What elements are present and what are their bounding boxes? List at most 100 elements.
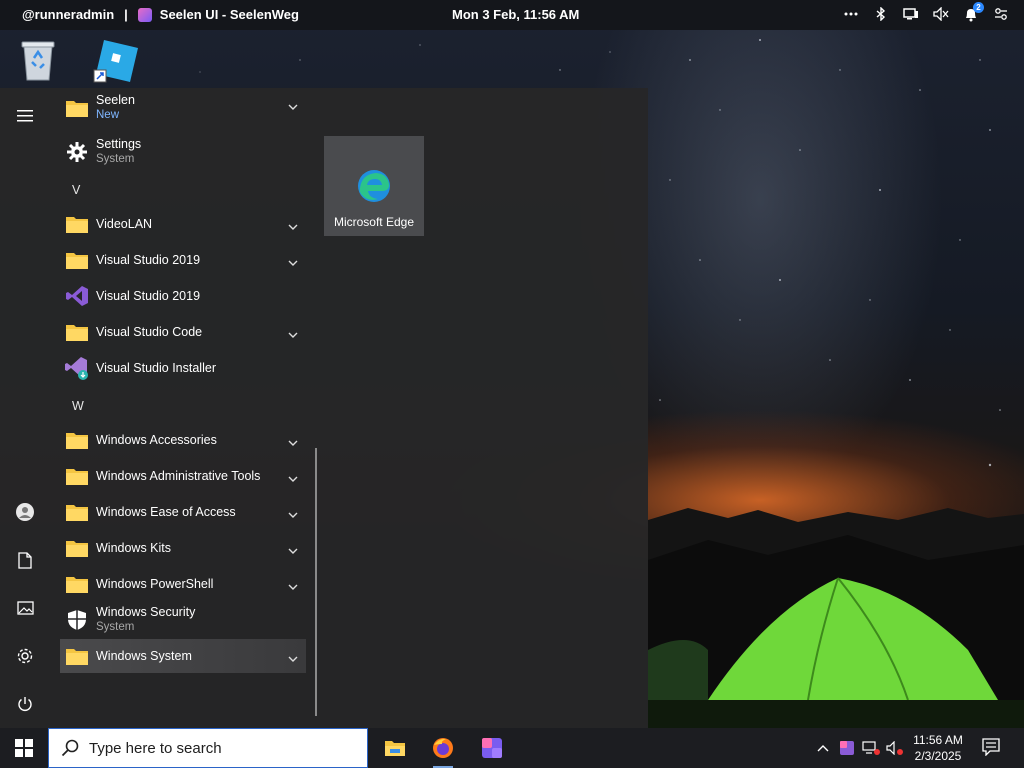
app-list: Seelen New Settings System V VideoLAN Vi… bbox=[60, 88, 306, 728]
wallpaper-mountains-tent bbox=[648, 508, 1024, 728]
app-label: Visual Studio 2019 bbox=[96, 252, 201, 267]
action-center-icon[interactable] bbox=[982, 738, 1000, 756]
chevron-down-icon[interactable] bbox=[288, 649, 298, 667]
app-list-scrollbar[interactable] bbox=[315, 448, 317, 716]
folder-icon bbox=[62, 98, 92, 118]
list-item[interactable]: Visual Studio 2019 bbox=[60, 279, 306, 313]
firefox-icon[interactable] bbox=[427, 732, 459, 768]
app-label: Seelen bbox=[96, 93, 135, 107]
letter-header-v[interactable]: V bbox=[72, 183, 80, 197]
chevron-down-icon[interactable] bbox=[288, 541, 298, 559]
volume-muted-icon[interactable] bbox=[886, 739, 904, 757]
folder-icon bbox=[62, 646, 92, 666]
notification-count-badge: 2 bbox=[973, 2, 984, 13]
list-item[interactable]: Visual Studio 2019 bbox=[60, 243, 306, 277]
list-item-selected[interactable]: Windows System bbox=[60, 639, 306, 673]
edge-tile[interactable]: Microsoft Edge bbox=[324, 136, 424, 236]
app-label: Windows Administrative Tools bbox=[96, 468, 261, 483]
chevron-down-icon[interactable] bbox=[288, 217, 298, 235]
folder-icon bbox=[62, 466, 92, 486]
display-icon[interactable] bbox=[902, 5, 920, 23]
chevron-down-icon[interactable] bbox=[288, 325, 298, 343]
search-input[interactable] bbox=[89, 739, 349, 757]
taskbar: 11:56 AM 2/3/2025 bbox=[0, 728, 1024, 768]
start-button[interactable] bbox=[0, 728, 48, 768]
shield-icon bbox=[62, 609, 92, 631]
taskbar-date: 2/3/2025 bbox=[914, 749, 962, 763]
chevron-down-icon[interactable] bbox=[288, 433, 298, 451]
list-item[interactable]: Visual Studio Code bbox=[60, 315, 306, 349]
app-label: Windows Accessories bbox=[96, 432, 217, 447]
documents-icon[interactable] bbox=[0, 540, 50, 580]
list-item[interactable]: Windows Ease of Access bbox=[60, 495, 306, 529]
folder-icon bbox=[62, 430, 92, 450]
app-label: Windows Ease of Access bbox=[96, 504, 236, 519]
top-bar-left: @runneradmin | Seelen UI - SeelenWeg bbox=[22, 7, 299, 22]
top-bar: @runneradmin | Seelen UI - SeelenWeg Mon… bbox=[0, 0, 1024, 30]
notifications-icon[interactable]: 2 bbox=[962, 2, 984, 23]
list-item[interactable]: Windows Administrative Tools bbox=[60, 459, 306, 493]
app-label: Windows System bbox=[96, 648, 192, 663]
list-item[interactable]: Windows Accessories bbox=[60, 423, 306, 457]
app-sublabel: System bbox=[96, 621, 135, 633]
folder-icon bbox=[62, 250, 92, 270]
list-item[interactable]: Seelen New bbox=[60, 90, 306, 126]
folder-icon bbox=[62, 574, 92, 594]
chevron-down-icon[interactable] bbox=[288, 469, 298, 487]
search-box[interactable] bbox=[48, 728, 368, 768]
seelen-ui-icon[interactable] bbox=[476, 732, 508, 764]
menu-icon[interactable] bbox=[0, 96, 50, 136]
folder-icon bbox=[62, 538, 92, 558]
start-rail bbox=[0, 88, 50, 728]
pictures-icon[interactable] bbox=[0, 588, 50, 628]
app-badge-new: New bbox=[96, 109, 120, 121]
list-item[interactable]: Windows Security System bbox=[60, 602, 306, 638]
user-icon[interactable] bbox=[0, 492, 50, 532]
active-window-title: Seelen UI - SeelenWeg bbox=[159, 7, 299, 22]
settings-sliders-icon[interactable] bbox=[992, 5, 1010, 23]
list-item[interactable]: Windows Kits bbox=[60, 531, 306, 565]
app-sublabel: System bbox=[96, 153, 135, 165]
start-menu: Seelen New Settings System V VideoLAN Vi… bbox=[0, 88, 648, 728]
app-label: Visual Studio 2019 bbox=[96, 288, 201, 303]
chevron-down-icon[interactable] bbox=[288, 97, 298, 115]
app-label: Windows PowerShell bbox=[96, 576, 214, 591]
seelen-app-icon bbox=[137, 7, 152, 22]
taskbar-clock[interactable]: 11:56 AM 2/3/2025 bbox=[906, 732, 970, 764]
letter-header-w[interactable]: W bbox=[72, 399, 84, 413]
chevron-down-icon[interactable] bbox=[288, 577, 298, 595]
top-bar-clock[interactable]: Mon 3 Feb, 11:56 AM bbox=[452, 7, 579, 22]
app-label: Visual Studio Installer bbox=[96, 360, 216, 375]
show-hidden-icons-chevron-up-icon[interactable] bbox=[814, 739, 832, 757]
roblox-shortcut-icon[interactable] bbox=[92, 36, 140, 84]
windows-logo-icon bbox=[15, 739, 33, 757]
list-item[interactable]: Windows PowerShell bbox=[60, 567, 306, 601]
chevron-down-icon[interactable] bbox=[288, 505, 298, 523]
settings-icon[interactable] bbox=[0, 636, 50, 676]
visual-studio-icon bbox=[62, 284, 92, 308]
network-icon[interactable] bbox=[862, 739, 880, 757]
folder-icon bbox=[62, 214, 92, 234]
list-item[interactable]: VideoLAN bbox=[60, 207, 306, 241]
gear-icon bbox=[62, 141, 92, 163]
bluetooth-icon[interactable] bbox=[872, 5, 890, 23]
list-item[interactable]: Visual Studio Installer bbox=[60, 351, 306, 385]
visual-studio-installer-icon bbox=[62, 355, 92, 381]
taskbar-time: 11:56 AM bbox=[913, 733, 963, 747]
edge-icon bbox=[356, 168, 392, 209]
volume-muted-icon[interactable] bbox=[932, 5, 950, 23]
recycle-bin-icon[interactable] bbox=[14, 36, 62, 84]
app-label: Settings bbox=[96, 137, 142, 151]
folder-icon bbox=[62, 322, 92, 342]
file-explorer-icon[interactable] bbox=[379, 732, 411, 764]
top-bar-tray: 2 bbox=[842, 2, 1010, 23]
list-item[interactable]: Settings System bbox=[60, 134, 306, 170]
app-label: VideoLAN bbox=[96, 216, 153, 231]
more-icon[interactable] bbox=[842, 5, 860, 23]
app-label: Windows Security bbox=[96, 605, 196, 619]
seelen-tray-icon[interactable] bbox=[838, 739, 856, 757]
chevron-down-icon[interactable] bbox=[288, 253, 298, 271]
user-label[interactable]: @runneradmin bbox=[22, 7, 114, 22]
power-icon[interactable] bbox=[0, 684, 50, 724]
app-label: Visual Studio Code bbox=[96, 324, 203, 339]
